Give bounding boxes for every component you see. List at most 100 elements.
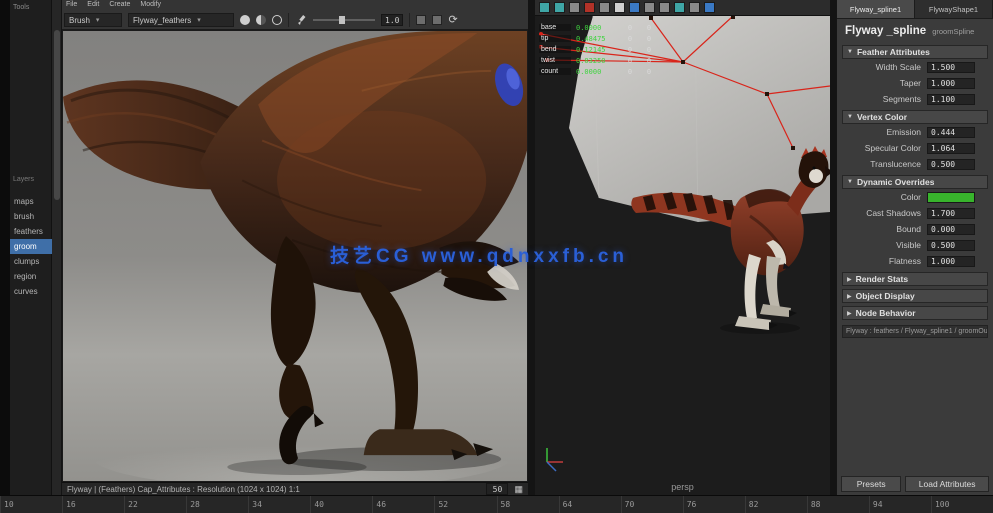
table-cell-value[interactable]: 0.48475 [576,35,618,43]
viewport-tool-icon[interactable] [554,2,565,13]
render-quality-value[interactable]: 50 [486,483,508,495]
table-cell-value[interactable]: 0.0000 [576,24,618,32]
tab-flyway-shape[interactable]: FlywayShape1 [915,0,993,18]
viewport-tool-icon[interactable] [629,2,640,13]
tool-option-icon[interactable] [432,15,442,25]
section-header-object-display[interactable]: ▶Object Display [842,289,988,303]
attribute-field[interactable]: 1.700 [927,208,975,219]
sidebar-item-maps[interactable]: maps [10,194,52,209]
sidebar-item-curves[interactable]: curves [10,284,52,299]
attribute-field[interactable]: 1.064 [927,143,975,154]
timeline[interactable]: 101622283440465258647076828894100 [0,495,993,513]
sidebar-scrollbar[interactable] [52,0,62,495]
menu-item-modify[interactable]: Modify [140,1,161,10]
table-cell-name[interactable]: twist [539,57,571,64]
sidebar-item-groom[interactable]: groom [10,239,52,254]
viewport-tool-icon[interactable] [644,2,655,13]
viewport-tool-icon[interactable] [599,2,610,13]
table-cell[interactable]: 0 [623,46,637,54]
pane-divider[interactable] [528,0,535,495]
table-cell[interactable]: 0 [623,35,637,43]
tab-flyway-spline[interactable]: Flyway_spline1 [837,0,915,18]
shaded-mode-icon[interactable] [240,15,250,25]
table-cell[interactable]: 0 [642,68,656,76]
table-cell-name[interactable]: base [539,24,571,31]
viewport-scene[interactable] [535,16,830,478]
timeline-tick[interactable]: 76 [683,496,745,513]
refresh-icon[interactable]: ⟳ [448,15,457,26]
table-cell[interactable]: 0 [642,35,656,43]
tool-option-icon[interactable] [416,15,426,25]
table-cell[interactable]: 0 [623,57,637,65]
attribute-field[interactable]: 0.444 [927,127,975,138]
half-shaded-mode-icon[interactable] [256,15,266,25]
brush-dropdown[interactable]: Brush ▾ [64,13,122,27]
timeline-tick[interactable]: 10 [0,496,62,513]
attribute-field[interactable]: 1.500 [927,62,975,73]
preset-dropdown[interactable]: Flyway_feathers ▾ [128,13,234,27]
attribute-field[interactable]: 1.000 [927,78,975,89]
sidebar-item-feathers[interactable]: feathers [10,224,52,239]
sidebar-item-brush[interactable]: brush [10,209,52,224]
table-cell-name[interactable]: tip [539,35,571,42]
timeline-tick[interactable]: 82 [745,496,807,513]
attribute-field[interactable]: 0.500 [927,159,975,170]
slider-thumb[interactable] [339,16,345,24]
table-cell-value[interactable]: 0.0000 [576,68,618,76]
brush-icon[interactable] [295,14,307,26]
section-header-render-stats[interactable]: ▶Render Stats [842,272,988,286]
table-cell-name[interactable]: count [539,68,571,75]
timeline-tick[interactable]: 16 [62,496,124,513]
table-cell[interactable]: 0 [642,57,656,65]
timeline-tick[interactable]: 52 [434,496,496,513]
viewport-tool-icon[interactable] [659,2,670,13]
attribute-field[interactable]: 0.500 [927,240,975,251]
load-attributes-button[interactable]: Load Attributes [905,476,989,492]
viewport-tool-icon[interactable] [689,2,700,13]
viewport-tool-icon[interactable] [539,2,550,13]
table-cell[interactable]: 0 [623,68,637,76]
record-icon[interactable] [584,2,595,13]
section-header-vertex-color[interactable]: ▼Vertex Color [842,110,988,124]
scrollbar-thumb[interactable] [54,30,60,200]
timeline-tick[interactable]: 64 [559,496,621,513]
viewport-tool-icon[interactable] [569,2,580,13]
presets-button[interactable]: Presets [841,476,901,492]
menu-item-file[interactable]: File [66,1,77,10]
table-cell[interactable]: 0 [642,24,656,32]
table-cell-value[interactable]: 0.03250 [576,57,618,65]
timeline-tick[interactable]: 100 [931,496,993,513]
attribute-field[interactable]: 1.100 [927,94,975,105]
viewport-tool-icon[interactable] [614,2,625,13]
sidebar-item-clumps[interactable]: clumps [10,254,52,269]
timeline-tick[interactable]: 88 [807,496,869,513]
table-cell-name[interactable]: bend [539,46,571,53]
timeline-tick[interactable]: 28 [186,496,248,513]
attribute-field[interactable]: 1.000 [927,256,975,267]
perspective-viewport[interactable]: base0.000000tip0.4847500bend0.1214500twi… [535,0,830,495]
wireframe-mode-icon[interactable] [272,15,282,25]
section-header-feather-attributes[interactable]: ▼Feather Attributes [842,45,988,59]
table-cell[interactable]: 0 [623,24,637,32]
menu-item-create[interactable]: Create [109,1,130,10]
attribute-field[interactable]: 0.000 [927,224,975,235]
timeline-tick[interactable]: 22 [124,496,186,513]
left-sidebar: Tools Layers mapsbrushfeathersgroomclump… [10,0,52,495]
viewport-tool-icon[interactable] [704,2,715,13]
timeline-tick[interactable]: 46 [372,496,434,513]
timeline-tick[interactable]: 94 [869,496,931,513]
timeline-tick[interactable]: 70 [621,496,683,513]
grid-icon[interactable]: ▦ [514,484,523,495]
color-swatch[interactable] [927,192,975,203]
section-header-dynamic-overrides[interactable]: ▼Dynamic Overrides [842,175,988,189]
timeline-tick[interactable]: 58 [497,496,559,513]
table-cell-value[interactable]: 0.12145 [576,46,618,54]
sidebar-item-region[interactable]: region [10,269,52,284]
table-cell[interactable]: 0 [642,46,656,54]
timeline-tick[interactable]: 40 [310,496,372,513]
section-header-node-behavior[interactable]: ▶Node Behavior [842,306,988,320]
brush-size-slider[interactable] [313,14,375,26]
viewport-tool-icon[interactable] [674,2,685,13]
menu-item-edit[interactable]: Edit [87,1,99,10]
timeline-tick[interactable]: 34 [248,496,310,513]
